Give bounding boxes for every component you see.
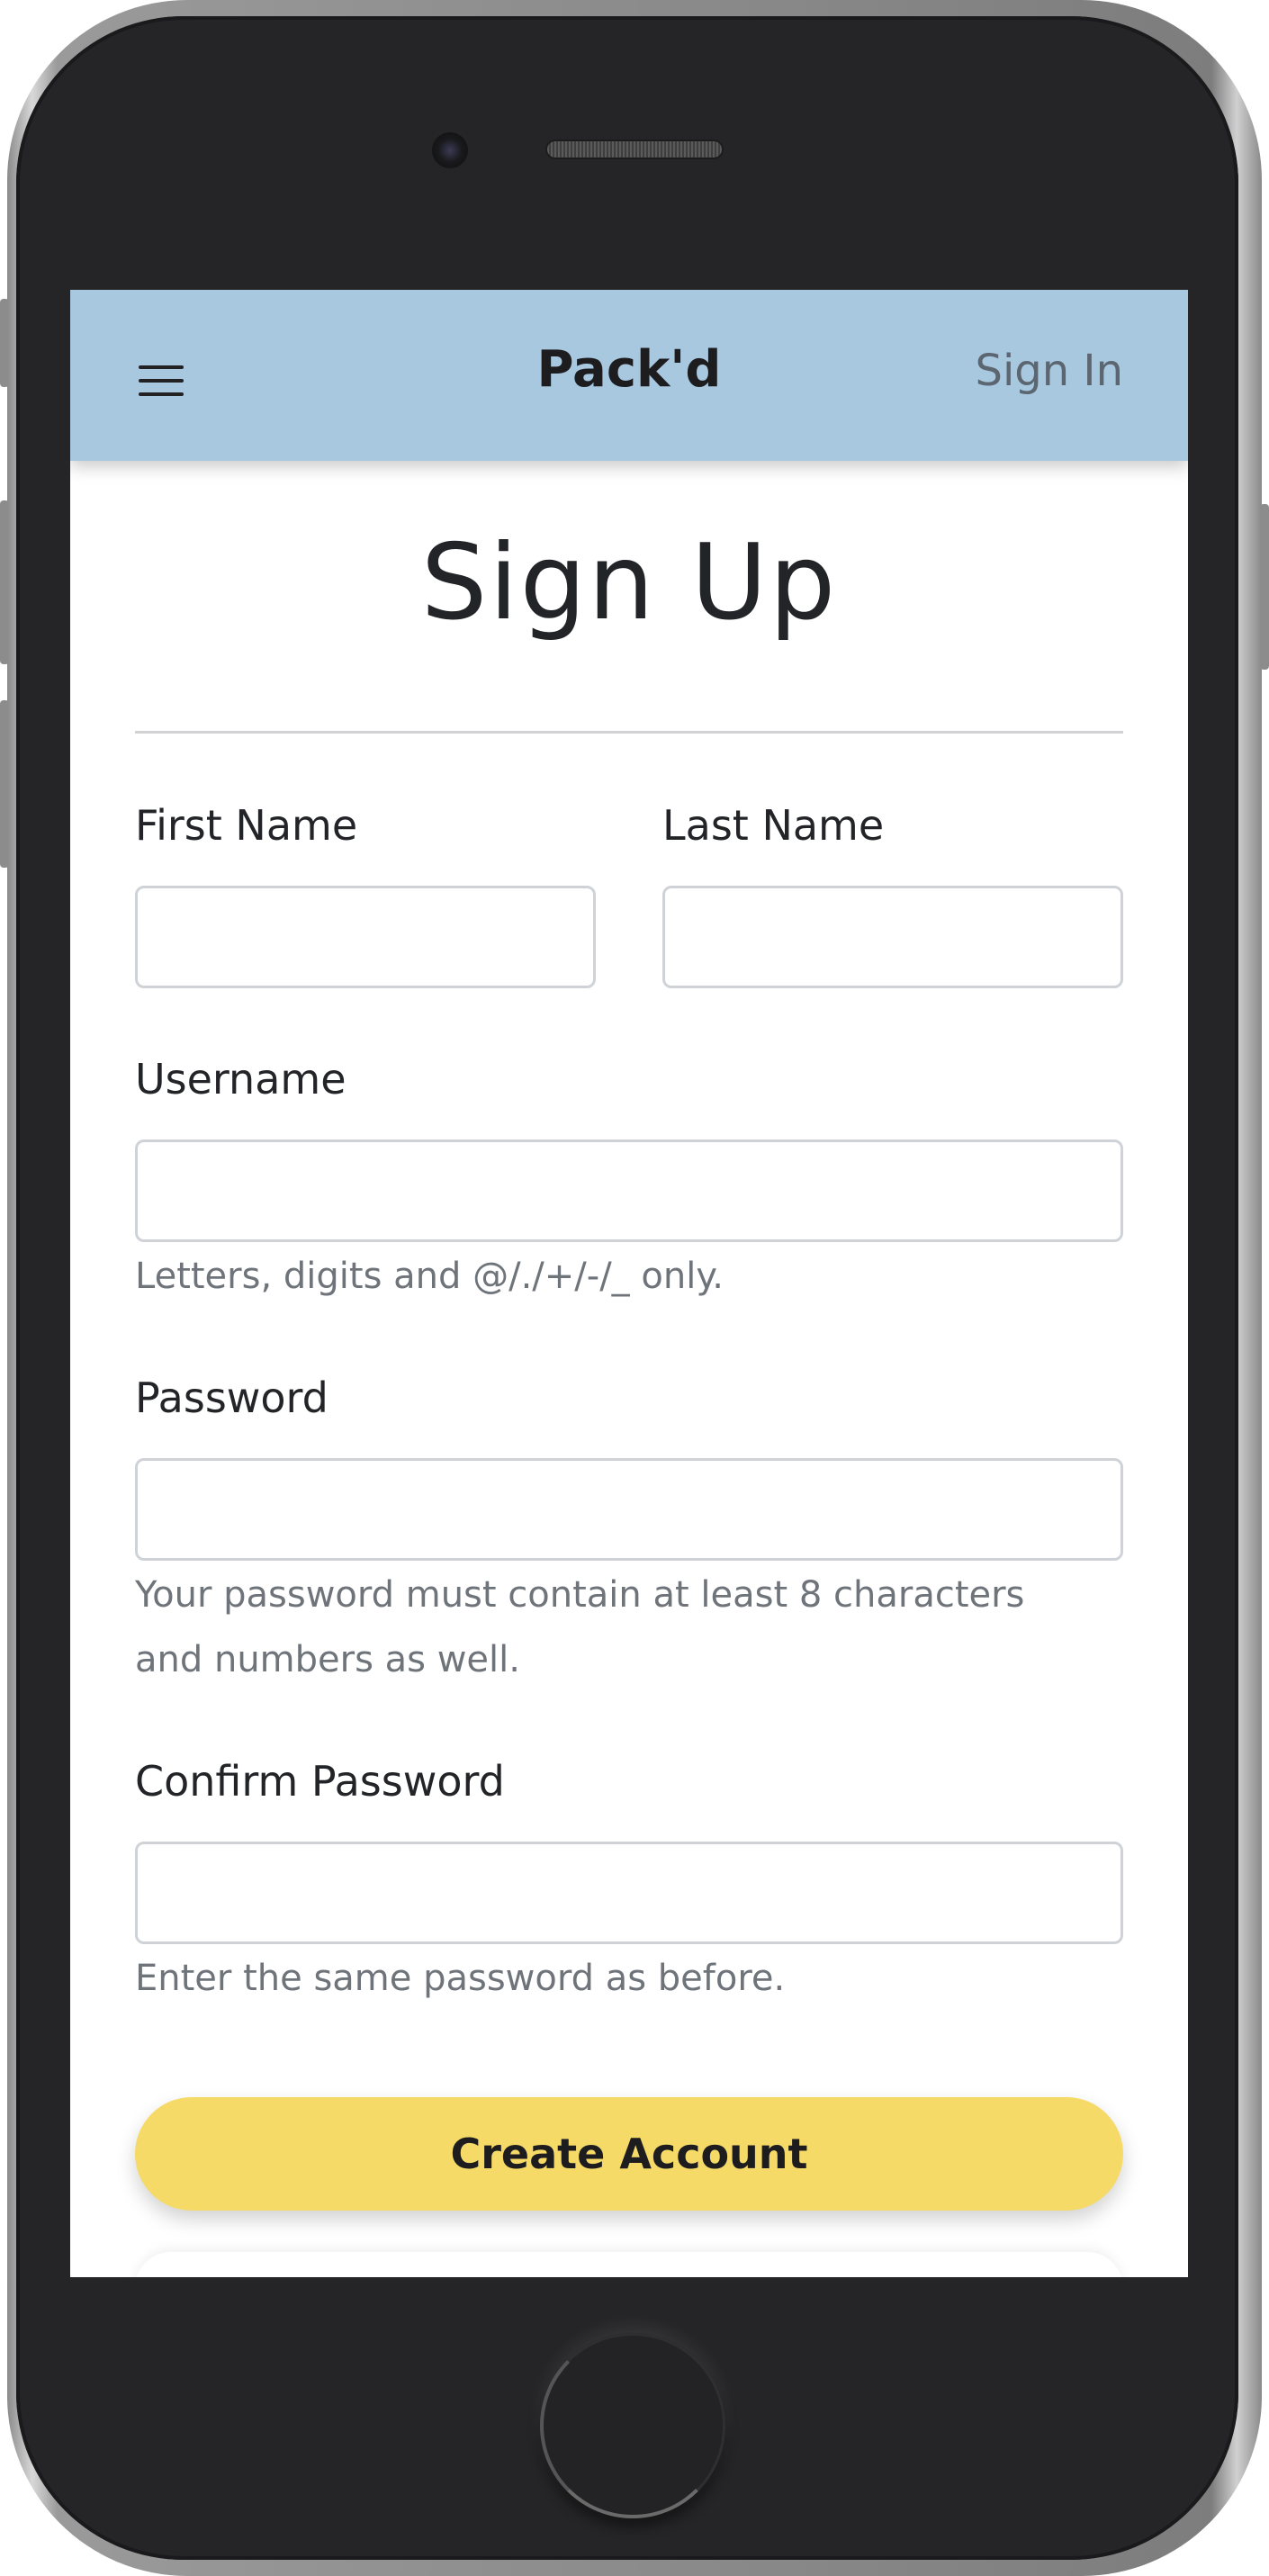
title-divider [135, 731, 1123, 734]
next-section-card [135, 2252, 1123, 2277]
create-account-button[interactable]: Create Account [135, 2097, 1123, 2211]
front-camera-icon [432, 132, 468, 168]
page-title: Sign Up [420, 522, 838, 644]
username-help-text: Letters, digits and @/./+/-/_ only. [135, 1256, 724, 1297]
username-label: Username [135, 1055, 346, 1103]
last-name-label: Last Name [662, 801, 885, 850]
brand-logo-text[interactable]: Pack'd [494, 340, 764, 399]
confirm-password-help-text: Enter the same password as before. [135, 1958, 786, 1999]
last-name-field[interactable] [662, 886, 1123, 988]
first-name-field[interactable] [135, 886, 596, 988]
phone-screen: Pack'd Sign In Sign Up First Name Last N… [70, 290, 1188, 2277]
phone-volume-up-button [0, 500, 9, 664]
password-label: Password [135, 1374, 328, 1422]
phone-volume-down-button [0, 700, 9, 868]
password-help-text: Your password must contain at least 8 ch… [135, 1574, 1025, 1680]
first-name-label: First Name [135, 801, 358, 850]
phone-silent-switch [0, 299, 9, 387]
home-button-ring [540, 2333, 725, 2518]
phone-power-button [1260, 504, 1269, 670]
sign-in-link[interactable]: Sign In [975, 346, 1123, 396]
confirm-password-field[interactable] [135, 1842, 1123, 1944]
hamburger-menu-icon[interactable] [139, 362, 184, 400]
username-field[interactable] [135, 1139, 1123, 1242]
earpiece-speaker [545, 140, 724, 159]
top-navbar: Pack'd Sign In [70, 290, 1188, 461]
confirm-password-label: Confirm Password [135, 1757, 505, 1806]
password-field[interactable] [135, 1458, 1123, 1561]
